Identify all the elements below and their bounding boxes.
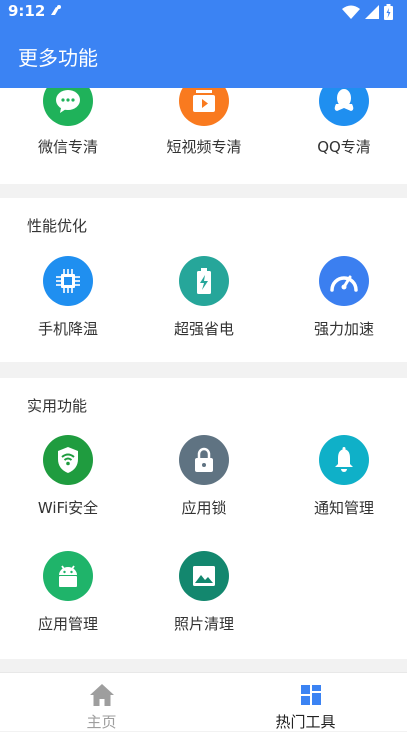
nav-item-hot-tools[interactable]: 热门工具 [204, 673, 407, 732]
tool-app-manager[interactable]: 应用管理 [0, 551, 136, 641]
page-title: 更多功能 [18, 46, 98, 70]
battery-status-icon [384, 4, 393, 20]
android-icon [43, 551, 93, 601]
wechat-icon [43, 88, 93, 126]
signal-icon [365, 5, 379, 19]
battery-icon [179, 256, 229, 306]
section-title: 实用功能 [27, 397, 88, 415]
photo-icon [179, 551, 229, 601]
tool-qq-clean[interactable]: QQ专清 [276, 88, 407, 184]
nav-label-hot-tools: 热门工具 [275, 713, 336, 731]
tool-notification-manager[interactable]: 通知管理 [276, 435, 407, 525]
tool-label: 应用锁 [181, 499, 227, 517]
content-scroll[interactable]: 微信专清 短视频专清 QQ专清 性能优化 手机降温 超强省电 强力加速 实用功能… [0, 88, 407, 672]
dashboard-icon [301, 685, 321, 705]
bottom-nav: 主页 热门工具 [0, 672, 407, 731]
nav-item-home[interactable]: 主页 [0, 673, 203, 732]
tool-speed-boost[interactable]: 强力加速 [276, 256, 407, 346]
tool-label: 照片清理 [173, 615, 234, 633]
tool-wifi-security[interactable]: WiFi安全 [0, 435, 136, 525]
wifi-status-icon [342, 5, 360, 19]
tool-label: 短视频专清 [166, 138, 242, 156]
bell-icon [319, 435, 369, 485]
penguin-icon [319, 88, 369, 126]
tool-photo-clean[interactable]: 照片清理 [136, 551, 272, 641]
tool-label: 微信专清 [37, 138, 98, 156]
tool-video-clean[interactable]: 短视频专清 [136, 88, 272, 184]
tool-app-lock[interactable]: 应用锁 [136, 435, 272, 525]
video-icon [179, 88, 229, 126]
app-bar: 更多功能 [0, 24, 407, 88]
speedometer-icon [319, 256, 369, 306]
tool-label: 强力加速 [313, 320, 374, 338]
card-performance: 性能优化 手机降温 超强省电 强力加速 [0, 198, 407, 362]
lock-icon [179, 435, 229, 485]
card-utilities: 实用功能 WiFi安全 应用锁 通知管理 应用管理 照片清理 [0, 378, 407, 659]
status-bar: 9:12 [0, 0, 407, 24]
tool-label: 手机降温 [37, 320, 98, 338]
chip-icon [43, 256, 93, 306]
tool-wechat-clean[interactable]: 微信专清 [0, 88, 136, 184]
status-icons [342, 4, 393, 20]
tool-label: WiFi安全 [37, 499, 99, 517]
tool-label: 通知管理 [313, 499, 374, 517]
notification-icon [51, 5, 61, 15]
tool-phone-cooling[interactable]: 手机降温 [0, 256, 136, 346]
tool-power-saving[interactable]: 超强省电 [136, 256, 272, 346]
tool-label: QQ专清 [317, 138, 371, 156]
section-title: 性能优化 [27, 217, 88, 235]
card-cleaning: 微信专清 短视频专清 QQ专清 [0, 88, 407, 184]
home-icon [90, 684, 114, 706]
tool-label: 超强省电 [173, 320, 234, 338]
tool-label: 应用管理 [37, 615, 98, 633]
status-time: 9:12 [8, 2, 46, 20]
nav-label-home: 主页 [86, 713, 117, 731]
wifi-shield-icon [43, 435, 93, 485]
